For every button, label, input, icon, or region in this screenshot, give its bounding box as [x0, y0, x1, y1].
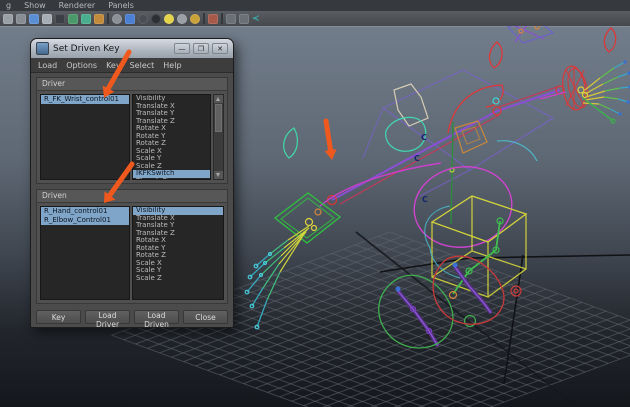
camera-gate-icon[interactable]: ≺ [252, 14, 260, 24]
set-driven-key-window: Set Driven Key —❐✕ Load Options Key Select H… [30, 38, 234, 328]
toolbar-separator [221, 13, 223, 24]
dialog-button[interactable]: Key [36, 310, 81, 324]
scroll-up-icon[interactable] [214, 95, 223, 103]
grease-pencil-icon[interactable] [239, 14, 249, 24]
hypershade-icon[interactable] [42, 14, 52, 24]
shadows-icon[interactable] [190, 14, 200, 24]
shaded-mode-icon[interactable] [125, 14, 135, 24]
minimize-button[interactable]: — [174, 43, 190, 54]
scroll-down-icon[interactable] [214, 171, 223, 179]
cluster-handle-label: C [422, 195, 428, 204]
scrollbar-thumb[interactable] [215, 104, 222, 132]
driven-section-label: Driven [37, 190, 227, 203]
window-title: Set Driven Key [53, 44, 170, 54]
panel-toolbar: ≺ [0, 11, 630, 27]
checker-material-icon[interactable] [151, 14, 161, 24]
panel-menu-item[interactable]: Renderer [59, 1, 96, 10]
maya-window: g Show Renderer Panels ≺ [0, 0, 630, 407]
dialog-buttons: Key Load Driver Load Driven Close [31, 304, 233, 324]
dialog-button[interactable]: Close [183, 310, 228, 324]
driver-attribute-list: VisibilityTranslate XTranslate YTranslat… [132, 94, 211, 180]
panel-menubar: g Show Renderer Panels [0, 0, 630, 11]
driven-object-item[interactable]: R_Hand_control01 [41, 207, 129, 216]
panel-menu-item[interactable]: Panels [108, 1, 134, 10]
paint-effects-icon[interactable] [208, 14, 218, 24]
dialog-menu-item[interactable]: Select [130, 61, 155, 70]
dialog-menu-item[interactable]: Help [163, 61, 181, 70]
driven-attribute-item[interactable]: Scale Z [133, 275, 223, 283]
close-button[interactable]: ✕ [212, 43, 228, 54]
driver-object-item[interactable]: R_FK_Wrist_control01 [41, 95, 129, 104]
all-lights-icon[interactable] [177, 14, 187, 24]
wireframe-mode-icon[interactable] [112, 14, 122, 24]
driver-object-list: R_FK_Wrist_control01 [40, 94, 130, 180]
isolate-select-icon[interactable] [226, 14, 236, 24]
dialog-menubar: Load Options Key Select Help [31, 58, 233, 73]
default-light-icon[interactable] [164, 14, 174, 24]
dialog-menu-item[interactable]: Key [106, 61, 121, 70]
textured-mode-icon[interactable] [138, 14, 148, 24]
titlebar[interactable]: Set Driven Key —❐✕ [31, 39, 233, 58]
close-view-icon[interactable] [55, 14, 65, 24]
panel-menu-item[interactable]: g [6, 1, 11, 10]
panel-layout-icon[interactable] [3, 14, 13, 24]
cluster-handle-label: C [421, 133, 427, 142]
outliner-icon[interactable] [68, 14, 78, 24]
cluster-handle-label: C [414, 154, 420, 163]
window-controls: —❐✕ [174, 43, 228, 54]
driver-section: Driver R_FK_Wrist_control01 VisibilityTr… [36, 77, 228, 184]
driven-section: Driven R_Hand_control01R_Elbow_Control01… [36, 189, 228, 304]
driven-attribute-list: VisibilityTranslate XTranslate YTranslat… [132, 206, 224, 300]
driven-object-item[interactable]: R_Elbow_Control01 [41, 216, 129, 225]
driver-section-label: Driver [37, 78, 227, 91]
panel-menu-item[interactable]: Show [24, 1, 46, 10]
driven-object-list: R_Hand_control01R_Elbow_Control01 [40, 206, 130, 300]
driver-attributes-scrollbar[interactable] [213, 94, 224, 180]
toolbar-separator [107, 13, 109, 24]
scrollbar-track[interactable] [214, 133, 223, 171]
dialog-menu-item[interactable]: Load [38, 61, 57, 70]
graph-editor-icon[interactable] [81, 14, 91, 24]
four-view-icon[interactable] [16, 14, 26, 24]
window-icon [36, 42, 49, 55]
maximize-button[interactable]: ❐ [193, 43, 209, 54]
dialog-menu-item[interactable]: Options [66, 61, 97, 70]
render-view-icon[interactable] [29, 14, 39, 24]
driver-attribute-item[interactable]: Thumb Finger [133, 178, 210, 181]
uv-editor-icon[interactable] [94, 14, 104, 24]
dialog-button[interactable]: Load Driven [134, 310, 179, 324]
toolbar-separator [203, 13, 205, 24]
dialog-button[interactable]: Load Driver [85, 310, 130, 324]
